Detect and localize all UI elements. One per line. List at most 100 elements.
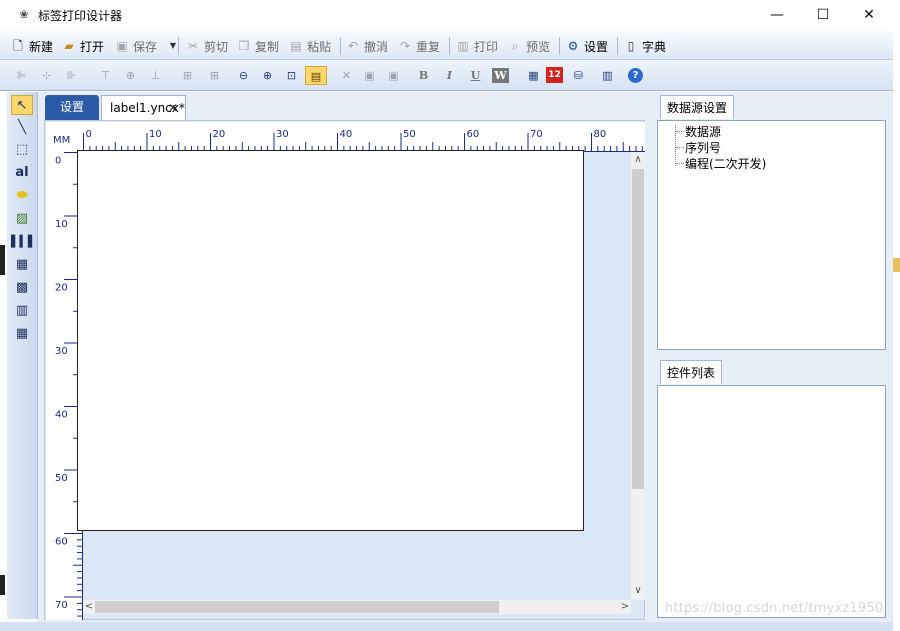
save-dropdown-button[interactable]: ▼ — [165, 36, 184, 56]
maximize-button[interactable]: ☐ — [800, 0, 846, 31]
tab-settings[interactable]: 设置 — [45, 95, 99, 120]
align-center-icon[interactable]: ⊹ — [37, 66, 56, 85]
ruler-label: 30 — [55, 346, 68, 357]
tab-control-list[interactable]: 控件列表 — [660, 360, 723, 384]
settings-button[interactable]: ⚙ 设置 — [565, 36, 608, 56]
tab-datasource-settings[interactable]: 数据源设置 — [660, 95, 735, 119]
canvas-frame: MM 0 10 20 30 40 50 60 70 80 0 10 20 30 40 50 60 70 ∧ ∨… — [44, 120, 645, 620]
scroll-up-icon[interactable]: ∧ — [631, 153, 645, 167]
wordart-icon[interactable]: W — [492, 68, 509, 83]
paste-icon: ▤ — [290, 39, 302, 53]
print-label: 打印 — [474, 39, 499, 54]
tree-item-serial[interactable]: 序列号 — [685, 139, 721, 156]
ruler-corner: MM — [46, 122, 83, 152]
label-design-area[interactable] — [77, 150, 584, 531]
format-toolbar: ⊫ ⊹ ⊪ ⊤ ⊕ ⊥ ⊞ ⊞ ⊖ ⊕ ⊡ ▤ ✕ ▣ ▣ B I U W ▦ … — [0, 60, 893, 91]
horizontal-scroll-thumb[interactable] — [95, 601, 499, 613]
underline-icon[interactable]: U — [466, 66, 485, 85]
main-toolbar: 🗋 新建 ▰ 打开 ▣ 保存 ▼ ✂ 剪切 ❐ 复制 ▤ 粘贴 ↶ 撤消 ↷ 重复 ▥ 打印 ⌕ 预… — [0, 31, 893, 60]
center-vertical-icon[interactable]: ⊞ — [205, 66, 224, 85]
dictionary-button[interactable]: ▯ 字典 — [623, 36, 666, 56]
center-horizontal-icon[interactable]: ⊞ — [178, 66, 197, 85]
redo-icon: ↷ — [399, 39, 411, 53]
ruler-label: 50 — [55, 473, 68, 484]
ruler-toggle-icon[interactable]: ▤ — [305, 66, 327, 85]
tree-item-datasource[interactable]: 数据源 — [685, 123, 721, 140]
send-back-icon[interactable]: ▣ — [384, 66, 403, 85]
align-right-icon[interactable]: ⊪ — [62, 66, 81, 85]
watermark-text: https://blog.csdn.net/tmyxz1950 — [665, 601, 884, 616]
new-button[interactable]: 🗋 新建 — [10, 36, 53, 56]
tree-item-programming[interactable]: 编程(二次开发) — [685, 155, 766, 172]
horizontal-ruler-ticks: 0 10 20 30 40 50 60 70 80 — [83, 129, 645, 152]
pointer-tool-icon[interactable]: ↖ — [11, 95, 33, 115]
print-button[interactable]: ▥ 打印 — [455, 36, 498, 56]
ruler-unit: MM — [53, 135, 71, 146]
preview-label: 预览 — [526, 39, 551, 54]
horizontal-scrollbar[interactable]: < > — [83, 600, 631, 614]
undo-button[interactable]: ↶ 撤消 — [345, 36, 388, 56]
minimize-button[interactable]: — — [754, 0, 800, 31]
preview-button[interactable]: ⌕ 预览 — [507, 36, 550, 56]
cut-button[interactable]: ✂ 剪切 — [185, 36, 228, 56]
bold-icon[interactable]: B — [414, 66, 433, 85]
align-bottom-icon[interactable]: ⊥ — [146, 66, 165, 85]
vertical-scroll-thumb[interactable] — [632, 169, 644, 489]
right-panel: 数据源设置 数据源 序列号 编程(二次开发) 控件列表 — [651, 92, 893, 622]
horizontal-ruler: 0 10 20 30 40 50 60 70 80 — [83, 122, 645, 152]
datamatrix-tool-icon[interactable]: ▦ — [11, 255, 33, 275]
zoom-in-icon[interactable]: ⊕ — [258, 66, 277, 85]
serial-number-icon[interactable]: 12 — [546, 67, 563, 83]
fit-page-icon[interactable]: ⊡ — [282, 66, 301, 85]
book-icon: ▯ — [627, 39, 635, 53]
close-tab-icon[interactable]: ✕ — [168, 96, 178, 121]
barcode-tool-icon[interactable]: ▌▍▌ — [11, 232, 36, 252]
zoom-out-icon[interactable]: ⊖ — [234, 66, 253, 85]
text-tool-icon[interactable]: al — [11, 163, 33, 183]
copy-icon: ❐ — [238, 39, 250, 53]
page-settings-icon[interactable]: ▦ — [524, 66, 543, 85]
save-icon: ▣ — [116, 39, 128, 53]
line-tool-icon[interactable]: ╲ — [11, 118, 33, 138]
redo-button[interactable]: ↷ 重复 — [397, 36, 440, 56]
new-file-icon: 🗋 — [13, 39, 23, 53]
ruler-label: 20 — [55, 283, 68, 294]
properties-icon[interactable]: ▥ — [598, 66, 617, 85]
scroll-left-icon[interactable]: < — [83, 600, 95, 614]
copy-button[interactable]: ❐ 复制 — [236, 36, 279, 56]
bring-front-icon[interactable]: ▣ — [360, 66, 379, 85]
close-button[interactable]: ✕ — [846, 0, 892, 31]
table-tool-icon[interactable]: ▦ — [11, 324, 33, 344]
scroll-right-icon[interactable]: > — [619, 600, 631, 614]
datasource-tree: 数据源 序列号 编程(二次开发) — [657, 120, 886, 350]
ellipse-tool-icon[interactable]: ⬬ — [11, 186, 33, 206]
delete-icon[interactable]: ✕ — [337, 66, 356, 85]
edge-highlight — [893, 258, 900, 272]
ruler-label: 0 — [55, 156, 61, 167]
open-button[interactable]: ▰ 打开 — [61, 36, 104, 56]
help-icon[interactable]: ? — [628, 68, 643, 83]
copy-label: 复制 — [255, 39, 280, 54]
undo-icon: ↶ — [347, 39, 359, 53]
rectangle-tool-icon[interactable]: ⬚ — [11, 140, 33, 160]
ruler-label: 60 — [55, 537, 68, 548]
qrcode-tool-icon[interactable]: ▩ — [11, 278, 33, 298]
pdf417-tool-icon[interactable]: ▥ — [11, 301, 33, 321]
scroll-down-icon[interactable]: ∨ — [631, 584, 645, 598]
italic-icon[interactable]: I — [440, 66, 459, 85]
align-top-icon[interactable]: ⊤ — [96, 66, 115, 85]
cut-label: 剪切 — [204, 39, 229, 54]
save-button[interactable]: ▣ 保存 — [114, 36, 157, 56]
image-tool-icon[interactable]: ▨ — [11, 209, 33, 229]
paste-button[interactable]: ▤ 粘贴 — [288, 36, 331, 56]
ruler-label: 70 — [55, 600, 68, 611]
ruler-label: 40 — [340, 129, 353, 140]
paste-label: 粘贴 — [307, 39, 332, 54]
database-icon[interactable]: ⛁ — [569, 66, 588, 85]
printer-icon: ▥ — [457, 39, 469, 53]
vertical-scrollbar[interactable]: ∧ ∨ — [631, 152, 645, 600]
align-left-icon[interactable]: ⊫ — [12, 66, 31, 85]
align-middle-icon[interactable]: ⊕ — [121, 66, 140, 85]
ruler-label: 10 — [149, 129, 162, 140]
tab-label-file[interactable]: label1.yncx* ✕ — [101, 95, 186, 120]
